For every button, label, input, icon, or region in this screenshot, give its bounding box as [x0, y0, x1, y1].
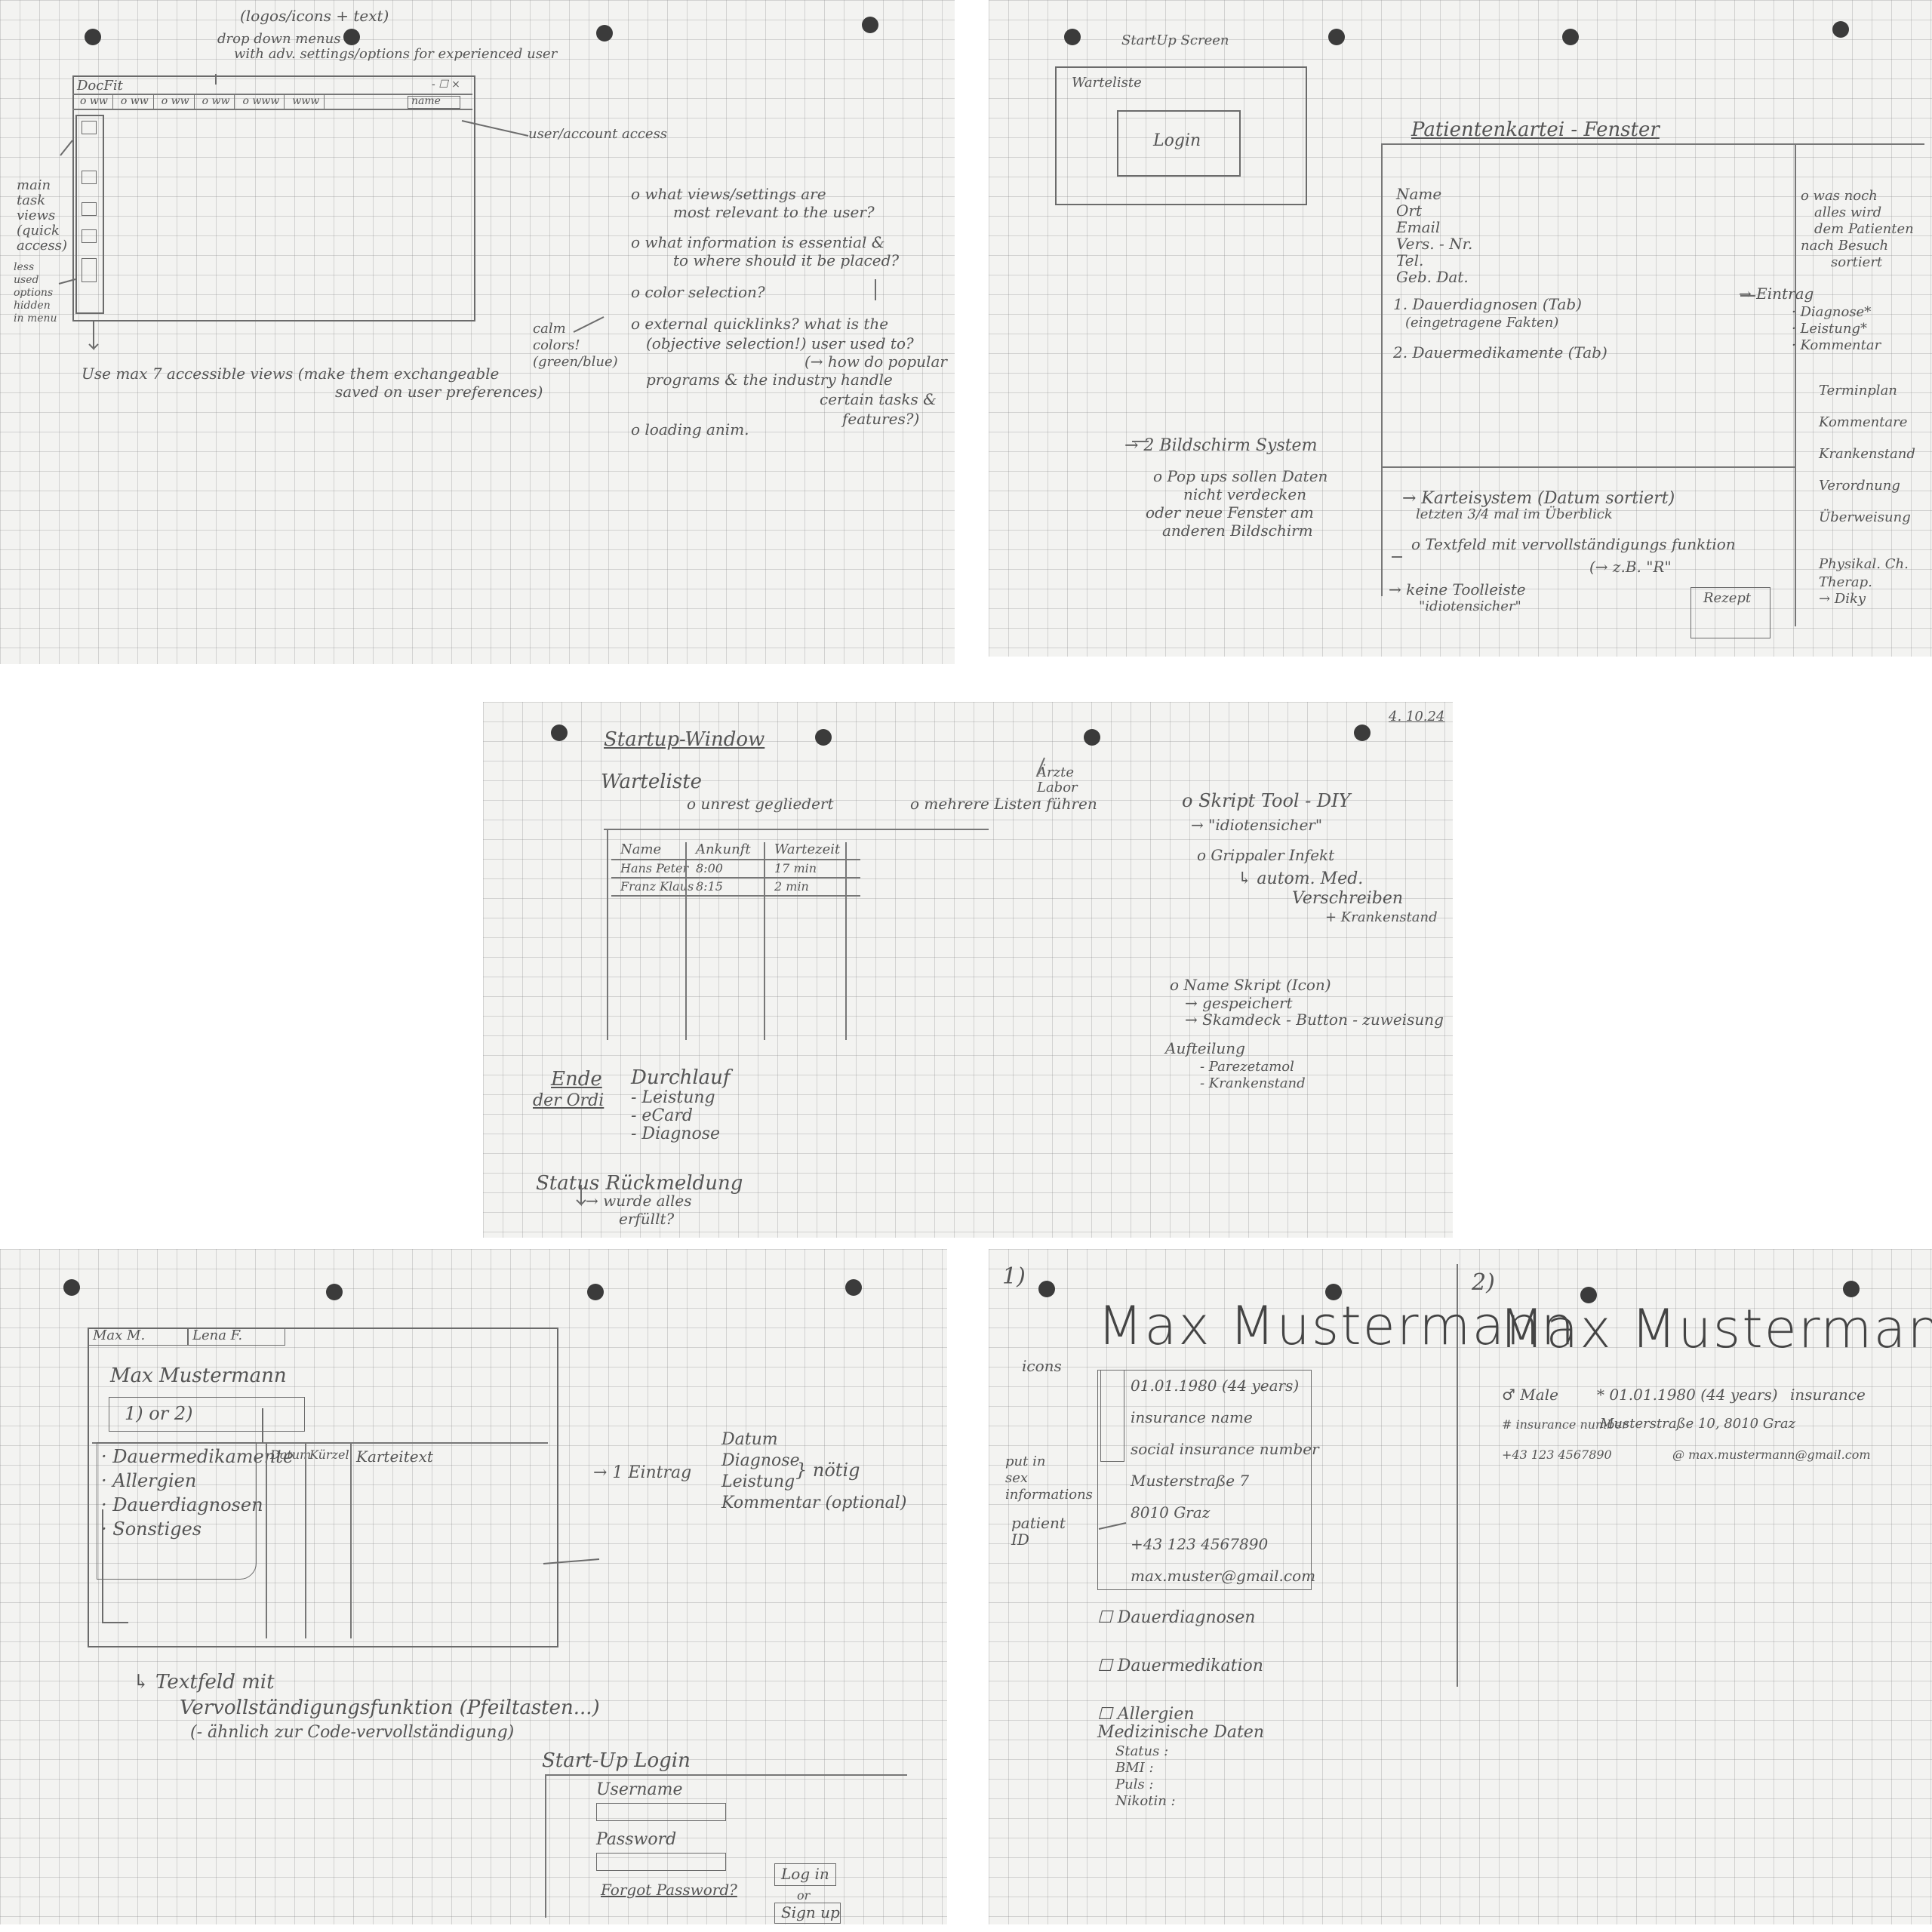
sketch-strokes	[58, 74, 1755, 1623]
